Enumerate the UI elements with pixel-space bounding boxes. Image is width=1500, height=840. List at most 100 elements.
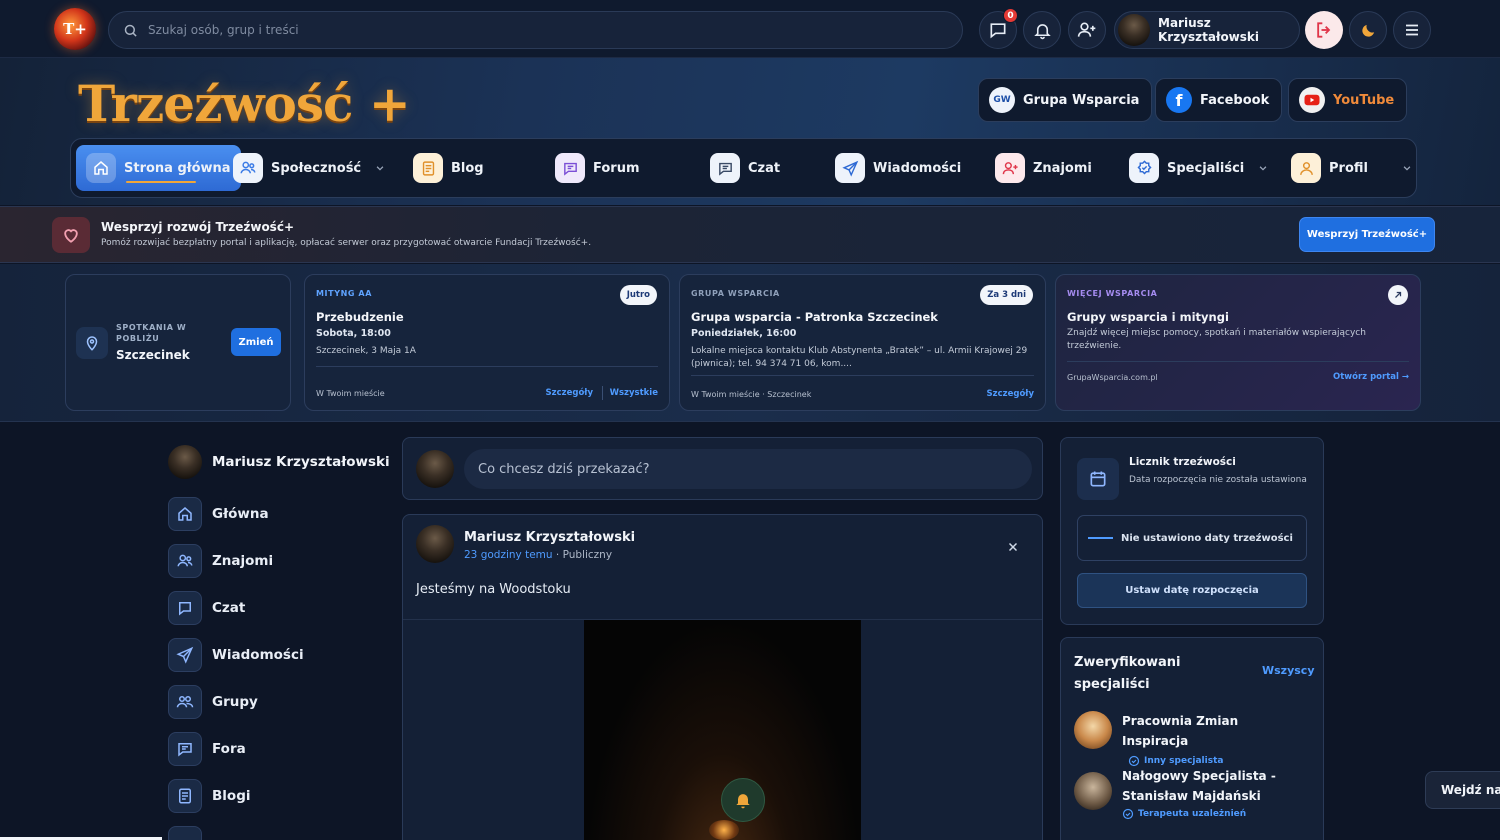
external-link-icon xyxy=(1388,285,1408,305)
sidebar-item-forums[interactable]: Fora xyxy=(168,732,246,766)
search-input[interactable] xyxy=(148,23,928,37)
open-portal-link[interactable]: Otwórz portal → xyxy=(1333,372,1409,382)
nav-item-label: Strona główna xyxy=(124,160,231,176)
close-icon[interactable] xyxy=(1007,541,1019,553)
meeting-footer: W Twoim mieście · Szczecinek xyxy=(691,390,812,399)
profile-icon xyxy=(1291,153,1321,183)
meeting-tag: GRUPA WSPARCIA xyxy=(691,289,780,298)
enter-button[interactable]: Wejdź na xyxy=(1425,771,1500,809)
user-menu-chip[interactable]: Mariusz Krzyształowski xyxy=(1114,11,1300,49)
grupa-wsparcia-label: Grupa Wsparcia xyxy=(1023,92,1140,108)
counter-title: Licznik trzeźwości xyxy=(1129,456,1236,468)
nav-item-label: Specjaliści xyxy=(1167,160,1245,176)
meeting-card[interactable]: MITYNG AA Jutro Przebudzenie Sobota, 18:… xyxy=(304,274,670,411)
specialist-role: Terapeuta uzależnień xyxy=(1122,808,1292,820)
logout-button[interactable] xyxy=(1305,11,1343,49)
sidebar-item-blogs[interactable]: Blogi xyxy=(168,779,250,813)
location-pin-icon xyxy=(76,327,108,359)
sidebar-item-friends[interactable]: Znajomi xyxy=(168,544,273,578)
calendar-icon xyxy=(1077,458,1119,500)
specialist-item[interactable]: Pracownia Zmian Inspiracja Inny specjalis… xyxy=(1074,711,1257,773)
sidebar-item-chat[interactable]: Czat xyxy=(168,591,245,625)
facebook-link[interactable]: f Facebook xyxy=(1155,78,1283,122)
more-support-title: Grupy wsparcia i mityngi xyxy=(1067,310,1229,324)
menu-button[interactable] xyxy=(1393,11,1431,49)
chevron-down-icon xyxy=(1402,163,1412,173)
support-button[interactable]: Wesprzyj Trzeźwość+ xyxy=(1299,217,1435,252)
nav-item-profile[interactable]: Profil xyxy=(1291,145,1412,191)
meeting-title: Przebudzenie xyxy=(316,310,404,324)
forum-icon xyxy=(555,153,585,183)
logo-text: T+ xyxy=(63,20,87,38)
sidebar-item-messages[interactable]: Wiadomości xyxy=(168,638,304,672)
nav-item-chat[interactable]: Czat xyxy=(710,145,780,191)
details-link[interactable]: Szczegóły xyxy=(546,388,593,398)
sidebar-profile[interactable]: Mariusz Krzyształowski xyxy=(168,445,390,479)
meeting-time: Sobota, 18:00 xyxy=(316,328,391,339)
facebook-icon: f xyxy=(1166,87,1192,113)
support-title: Wesprzyj rozwój Trzeźwość+ xyxy=(101,220,294,234)
nav-item-community[interactable]: Społeczność xyxy=(233,145,385,191)
notifications-button[interactable] xyxy=(1023,11,1061,49)
verified-specialists-card: Zweryfikowani specjaliści Wszyscy Pracow… xyxy=(1060,637,1324,840)
grupa-wsparcia-link[interactable]: GW Grupa Wsparcia xyxy=(978,78,1153,122)
search-icon xyxy=(123,23,138,38)
sidebar-item-home[interactable]: Główna xyxy=(168,497,269,531)
youtube-icon xyxy=(1299,87,1325,113)
location-tag: SPOTKANIA W POBLIŻU xyxy=(116,323,187,343)
more-support-card[interactable]: WIĘCEJ WSPARCIA Grupy wsparcia i mityngi… xyxy=(1055,274,1421,411)
send-icon xyxy=(168,638,202,672)
meeting-address: Szczecinek, 3 Maja 1A xyxy=(316,346,416,356)
location-city: Szczecinek xyxy=(116,348,190,362)
brand-title[interactable]: Trzeźwość + xyxy=(78,74,411,133)
nav-item-specialists[interactable]: Specjaliści xyxy=(1129,145,1268,191)
nav-item-messages[interactable]: Wiadomości xyxy=(835,145,961,191)
all-specialists-link[interactable]: Wszyscy xyxy=(1262,664,1315,677)
specialist-item[interactable]: Nałogowy Specjalista - Stanisław Majdańs… xyxy=(1074,766,1292,820)
location-card: SPOTKANIA W POBLIŻU Szczecinek Zmień xyxy=(65,274,291,411)
logout-icon xyxy=(1314,20,1334,40)
sidebar-item-label: Grupy xyxy=(212,694,258,710)
nav-item-blog[interactable]: Blog xyxy=(413,145,484,191)
meeting-tag: MITYNG AA xyxy=(316,289,373,298)
nav-item-forum[interactable]: Forum xyxy=(555,145,640,191)
forum-icon xyxy=(168,732,202,766)
composer-input[interactable]: Co chcesz dziś przekazać? xyxy=(464,449,1032,489)
meeting-card[interactable]: GRUPA WSPARCIA Za 3 dni Grupa wsparcia -… xyxy=(679,274,1046,411)
all-meetings-link[interactable]: Wszystkie xyxy=(610,388,658,398)
nav-item-label: Znajomi xyxy=(1033,160,1092,176)
post-time[interactable]: 23 godziny temu xyxy=(464,549,553,561)
change-location-button[interactable]: Zmień xyxy=(231,328,281,356)
counter-subtitle: Data rozpoczęcia nie została ustawiona xyxy=(1129,475,1307,485)
details-link[interactable]: Szczegóły xyxy=(987,389,1034,399)
friend-requests-button[interactable] xyxy=(1068,11,1106,49)
nav-item-home[interactable]: Strona główna xyxy=(76,145,241,191)
post-author[interactable]: Mariusz Krzyształowski xyxy=(464,530,635,545)
site-logo[interactable]: T+ xyxy=(54,8,96,50)
set-start-date-button[interactable]: Ustaw datę rozpoczęcia xyxy=(1077,573,1307,608)
divider xyxy=(691,375,1034,376)
add-user-icon xyxy=(1077,20,1097,40)
fire-glow xyxy=(709,820,739,840)
nav-item-friends[interactable]: Znajomi xyxy=(995,145,1092,191)
meeting-address: Lokalne miejsca kontaktu Klub Abstynenta… xyxy=(691,346,1028,369)
divider xyxy=(1067,361,1409,362)
nav-item-label: Wiadomości xyxy=(873,160,962,176)
nav-item-label: Społeczność xyxy=(271,160,362,176)
avatar[interactable] xyxy=(416,525,454,563)
support-subtitle: Pomóż rozwijać bezpłatny portal i aplika… xyxy=(101,238,592,248)
theme-toggle-button[interactable] xyxy=(1349,11,1387,49)
youtube-link[interactable]: YouTube xyxy=(1288,78,1408,122)
sidebar-item-groups[interactable]: Grupy xyxy=(168,685,258,719)
verified-icon xyxy=(1122,808,1134,820)
specialist-name: Nałogowy Specjalista - Stanisław Majdańs… xyxy=(1122,769,1276,803)
chat-icon xyxy=(710,153,740,183)
messages-button[interactable]: 0 xyxy=(979,8,1018,49)
sidebar-item-more[interactable] xyxy=(168,826,202,840)
search-bar[interactable] xyxy=(108,11,963,49)
more-support-description: Znajdź więcej miejsc pomocy, spotkań i m… xyxy=(1067,328,1366,351)
heart-icon xyxy=(52,217,90,253)
meeting-time: Poniedziałek, 16:00 xyxy=(691,328,797,339)
portal-domain: GrupaWsparcia.com.pl xyxy=(1067,373,1158,382)
notification-fab[interactable] xyxy=(721,778,765,822)
